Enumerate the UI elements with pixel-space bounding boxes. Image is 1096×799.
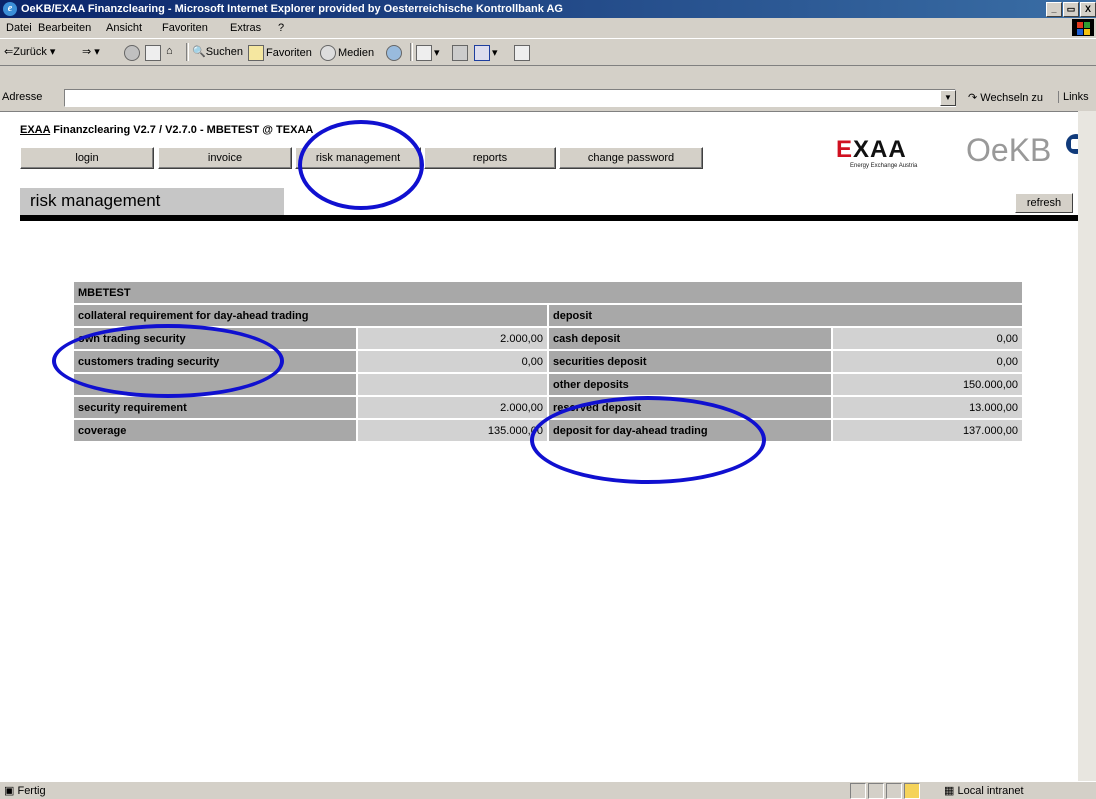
media-button[interactable]: Medien [320,45,374,61]
close-button[interactable]: X [1080,2,1096,17]
menu-help[interactable]: ? [278,22,284,34]
section-divider [20,215,1078,221]
lock-icon [904,783,920,799]
search-icon: 🔍 [192,46,206,58]
favorites-icon [248,45,264,61]
nav-invoice-button[interactable]: invoice [158,147,292,169]
browser-toolbar: ⇐Zurück ▾ ⇒ ▾ ⌂ 🔍Suchen Favoriten Medien… [0,39,1096,66]
page-content: EXAA Finanzclearing V2.7 / V2.7.0 - MBET… [0,111,1086,782]
exaa-link[interactable]: EXAA [20,124,50,136]
section-header: risk management [20,188,284,215]
row-value: 0,00 [832,351,1022,372]
status-segment [850,783,866,799]
page-icon: ▣ [4,785,15,797]
mail-icon[interactable]: ▾ [416,45,440,61]
media-label: Medien [338,46,375,59]
menu-ansicht[interactable]: Ansicht [106,22,142,34]
nav-change-password-button[interactable]: change password [559,147,703,169]
toolbar-separator [186,43,189,61]
oekb-logo: OeKB [966,132,1086,169]
media-icon [320,45,336,61]
back-label: Zurück [13,46,47,58]
annotation-ellipse-day-ahead-deposit [530,396,766,484]
row-value: 0,00 [832,328,1022,349]
section-title: risk management [30,191,161,210]
favorites-button[interactable]: Favoriten [248,45,312,61]
address-label: Adresse [2,91,43,103]
links-button[interactable]: Links [1058,91,1089,103]
menu-bar: Datei Bearbeiten Ansicht Favoriten Extra… [0,18,1096,39]
annotation-ellipse-risk-management [298,120,424,210]
ie-icon: e [3,2,17,16]
search-label: Suchen [205,46,244,58]
table-row: security requirement 2.000,00 reserved d… [74,397,1022,418]
deposit-header: deposit [548,305,1022,326]
windows-logo-icon [1072,19,1094,36]
maximize-button[interactable]: ▭ [1063,2,1079,17]
go-label: Wechseln zu [980,92,1044,104]
forward-button[interactable]: ⇒ ▾ [82,45,100,58]
window-title-bar: e OeKB/EXAA Finanzclearing - Microsoft I… [0,0,1096,18]
annotation-ellipse-trading-security [52,324,284,398]
status-text: ▣ Fertig [4,784,46,797]
exaa-logo: EXAA Energy Exchange Austria [836,136,918,169]
row-label: securities deposit [548,351,831,372]
zone-label: Local intranet [957,785,1024,797]
nav-reports-button[interactable]: reports [424,147,556,169]
status-segment [868,783,884,799]
refresh-button[interactable]: refresh [1015,193,1073,213]
menu-bearbeiten[interactable]: Bearbeiten [38,22,91,34]
back-button[interactable]: ⇐Zurück ▾ [4,45,55,58]
security-zone: ▦ Local intranet [944,784,1024,797]
row-label: other deposits [548,374,831,395]
exaa-logo-subtitle: Energy Exchange Austria [850,163,918,169]
menu-datei[interactable]: Datei [6,22,32,34]
collateral-header: collateral requirement for day-ahead tra… [74,305,547,326]
status-label: Fertig [17,785,46,797]
stop-icon[interactable] [124,45,142,61]
app-title-text: Finanzclearing V2.7 / V2.7.0 - MBETEST @… [50,124,314,136]
row-value: 137.000,00 [832,420,1022,441]
row-label: coverage [74,420,356,441]
row-value: 2.000,00 [357,397,547,418]
row-value: 13.000,00 [832,397,1022,418]
row-value: 135.000,00 [357,420,547,441]
row-value: 2.000,00 [357,328,547,349]
window-title: OeKB/EXAA Finanzclearing - Microsoft Int… [21,3,563,15]
refresh-icon[interactable] [145,45,163,61]
row-label: cash deposit [548,328,831,349]
toolbar-separator [410,43,413,61]
status-bar: ▣ Fertig ▦ Local intranet [0,781,1096,799]
print-icon[interactable] [452,45,470,61]
row-value: 0,00 [357,351,547,372]
search-button[interactable]: 🔍Suchen [192,45,243,58]
intranet-icon: ▦ [944,785,955,797]
nav-login-button[interactable]: login [20,147,154,169]
menu-favoriten[interactable]: Favoriten [162,22,208,34]
row-value: 150.000,00 [832,374,1022,395]
address-bar: Adresse ▼ ↷ Wechseln zu Links [0,87,1096,109]
menu-extras[interactable]: Extras [230,22,261,34]
home-icon[interactable]: ⌂ [166,45,173,57]
row-label: security requirement [74,397,356,418]
history-icon[interactable] [386,45,404,61]
app-title: EXAA Finanzclearing V2.7 / V2.7.0 - MBET… [20,124,313,136]
discuss-icon[interactable] [514,45,532,61]
vertical-scrollbar[interactable] [1078,111,1096,781]
minimize-button[interactable]: _ [1046,2,1062,17]
account-header: MBETEST [74,282,1022,303]
go-button[interactable]: ↷ Wechseln zu [968,91,1043,104]
word-icon[interactable]: ▾ [474,45,498,61]
status-segment [886,783,902,799]
address-dropdown-icon[interactable]: ▼ [940,90,956,106]
favorites-label: Favoriten [266,46,312,59]
address-input[interactable] [64,89,956,107]
row-value [357,374,547,395]
